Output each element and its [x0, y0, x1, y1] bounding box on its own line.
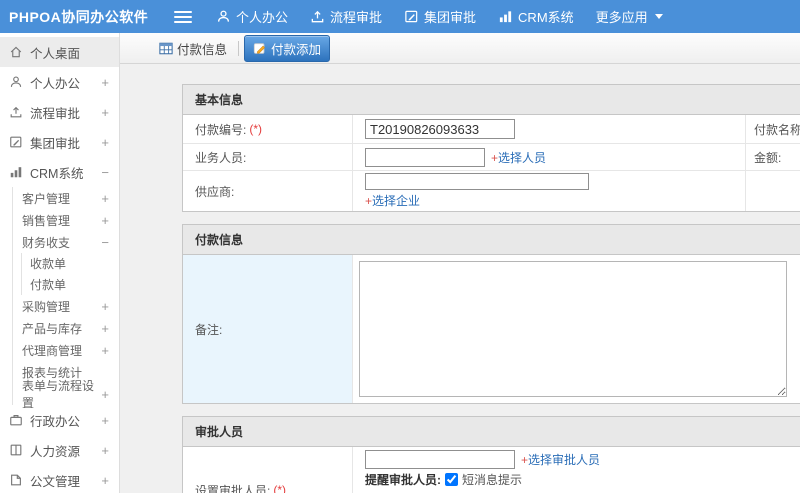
select-company-link[interactable]: +选择企业	[365, 192, 745, 209]
edit-icon	[9, 135, 23, 149]
tab-separator	[238, 40, 240, 56]
nav-crm-system[interactable]: CRM系统	[498, 7, 574, 26]
payment-no-input[interactable]	[365, 119, 515, 139]
amount-label: 金额:	[754, 150, 782, 165]
caret-down-icon	[654, 14, 663, 19]
sidebar-item-finance[interactable]: 财务收支 −	[12, 231, 119, 253]
hamburger-menu-icon[interactable]	[174, 10, 192, 23]
main-content: 基本信息 付款编号: (*) 付款名称: (*) 业务人员:	[120, 64, 800, 493]
upload-icon	[9, 105, 23, 119]
document-icon	[9, 473, 23, 487]
payment-form: 基本信息 付款编号: (*) 付款名称: (*) 业务人员:	[182, 84, 800, 493]
top-nav: 个人办公 流程审批 集团审批 CRM系统 更多应用	[216, 7, 663, 26]
form-row-payment-no: 付款编号: (*) 付款名称: (*)	[183, 115, 800, 144]
nav-personal-office[interactable]: 个人办公	[216, 7, 288, 26]
tab-payment-add[interactable]: 付款添加	[244, 34, 331, 62]
sidebar-item-payment-order[interactable]: 付款单	[12, 274, 119, 295]
tab-strip: 付款信息 付款添加	[120, 33, 800, 64]
nav-group-approval[interactable]: 集团审批	[404, 7, 476, 26]
bar-chart-icon	[9, 165, 23, 179]
set-approver-label: 设置审批人员:	[195, 483, 271, 493]
sidebar-item-form-workflow-settings[interactable]: 表单与流程设置 +	[12, 379, 119, 410]
section-basic-info: 基本信息 付款编号: (*) 付款名称: (*) 业务人员:	[182, 84, 800, 212]
sidebar-item-document-mgmt[interactable]: 公文管理 +	[0, 465, 119, 493]
supplier-label: 供应商:	[195, 184, 235, 199]
sidebar-item-crm[interactable]: CRM系统 −	[0, 157, 119, 187]
sms-remind-checkbox[interactable]	[445, 473, 458, 486]
nav-more-apps[interactable]: 更多应用	[596, 7, 663, 26]
section-title: 基本信息	[183, 85, 800, 115]
sidebar: 个人桌面 个人办公 + 流程审批 + 集团审批 + CRM系统 − 客户管理 +…	[0, 33, 120, 493]
supplier-input[interactable]	[365, 173, 589, 190]
sidebar-item-personal-office[interactable]: 个人办公 +	[0, 67, 119, 97]
sidebar-item-hr[interactable]: 人力资源 +	[0, 435, 119, 465]
book-icon	[9, 443, 23, 457]
form-row-supplier: 供应商: +选择企业	[183, 171, 800, 211]
sidebar-item-receipt-order[interactable]: 收款单	[12, 253, 119, 274]
tab-payment-list[interactable]: 付款信息	[153, 35, 233, 62]
nav-workflow-approval[interactable]: 流程审批	[310, 7, 382, 26]
user-icon	[9, 75, 23, 89]
sidebar-item-sales-mgmt[interactable]: 销售管理 +	[12, 209, 119, 231]
approver-input[interactable]	[365, 450, 515, 469]
form-row-approver: 设置审批人员: (*) +选择审批人员 提醒审批人员: 短消息提示	[183, 447, 800, 493]
select-person-link[interactable]: +选择人员	[491, 149, 546, 166]
sidebar-item-workflow-approval[interactable]: 流程审批 +	[0, 97, 119, 127]
sidebar-item-purchase-mgmt[interactable]: 采购管理 +	[12, 295, 119, 317]
remind-approver-label: 提醒审批人员:	[365, 473, 441, 487]
remark-textarea[interactable]	[359, 261, 787, 397]
sidebar-item-group-approval[interactable]: 集团审批 +	[0, 127, 119, 157]
form-row-business-person: 业务人员: +选择人员 金额:	[183, 144, 800, 171]
app-logo: PHPOA协同办公软件	[9, 8, 149, 25]
required-mark: (*)	[249, 122, 263, 136]
sidebar-item-personal-desktop[interactable]: 个人桌面	[0, 37, 119, 67]
edit-add-icon	[253, 42, 267, 55]
table-icon	[159, 42, 173, 55]
bar-chart-icon	[498, 9, 513, 24]
upload-icon	[310, 9, 325, 24]
sms-remind-label: 短消息提示	[462, 473, 523, 487]
edit-icon	[404, 9, 419, 24]
remark-label: 备注:	[195, 322, 223, 337]
section-approval: 审批人员 设置审批人员: (*) +选择审批人员 提醒审批人员: 短消息提示	[182, 416, 800, 493]
required-mark: (*)	[273, 483, 287, 493]
section-payment-info: 付款信息 备注:	[182, 224, 800, 404]
form-row-remark: 备注:	[183, 255, 800, 403]
sidebar-item-agent-mgmt[interactable]: 代理商管理 +	[12, 339, 119, 361]
home-icon	[9, 45, 23, 59]
payment-name-label: 付款名称:	[754, 122, 800, 137]
topbar: PHPOA协同办公软件 个人办公 流程审批 集团审批 CRM系统 更多应用	[0, 0, 800, 33]
user-icon	[216, 9, 231, 24]
section-title: 付款信息	[183, 225, 800, 255]
sidebar-item-products-inventory[interactable]: 产品与库存 +	[12, 317, 119, 339]
section-title: 审批人员	[183, 417, 800, 447]
business-person-label: 业务人员:	[195, 150, 247, 165]
briefcase-icon	[9, 413, 23, 427]
select-approver-link[interactable]: +选择审批人员	[521, 451, 600, 468]
sidebar-item-customer-mgmt[interactable]: 客户管理 +	[12, 187, 119, 209]
business-person-input[interactable]	[365, 147, 485, 167]
payment-no-label: 付款编号:	[195, 122, 247, 137]
